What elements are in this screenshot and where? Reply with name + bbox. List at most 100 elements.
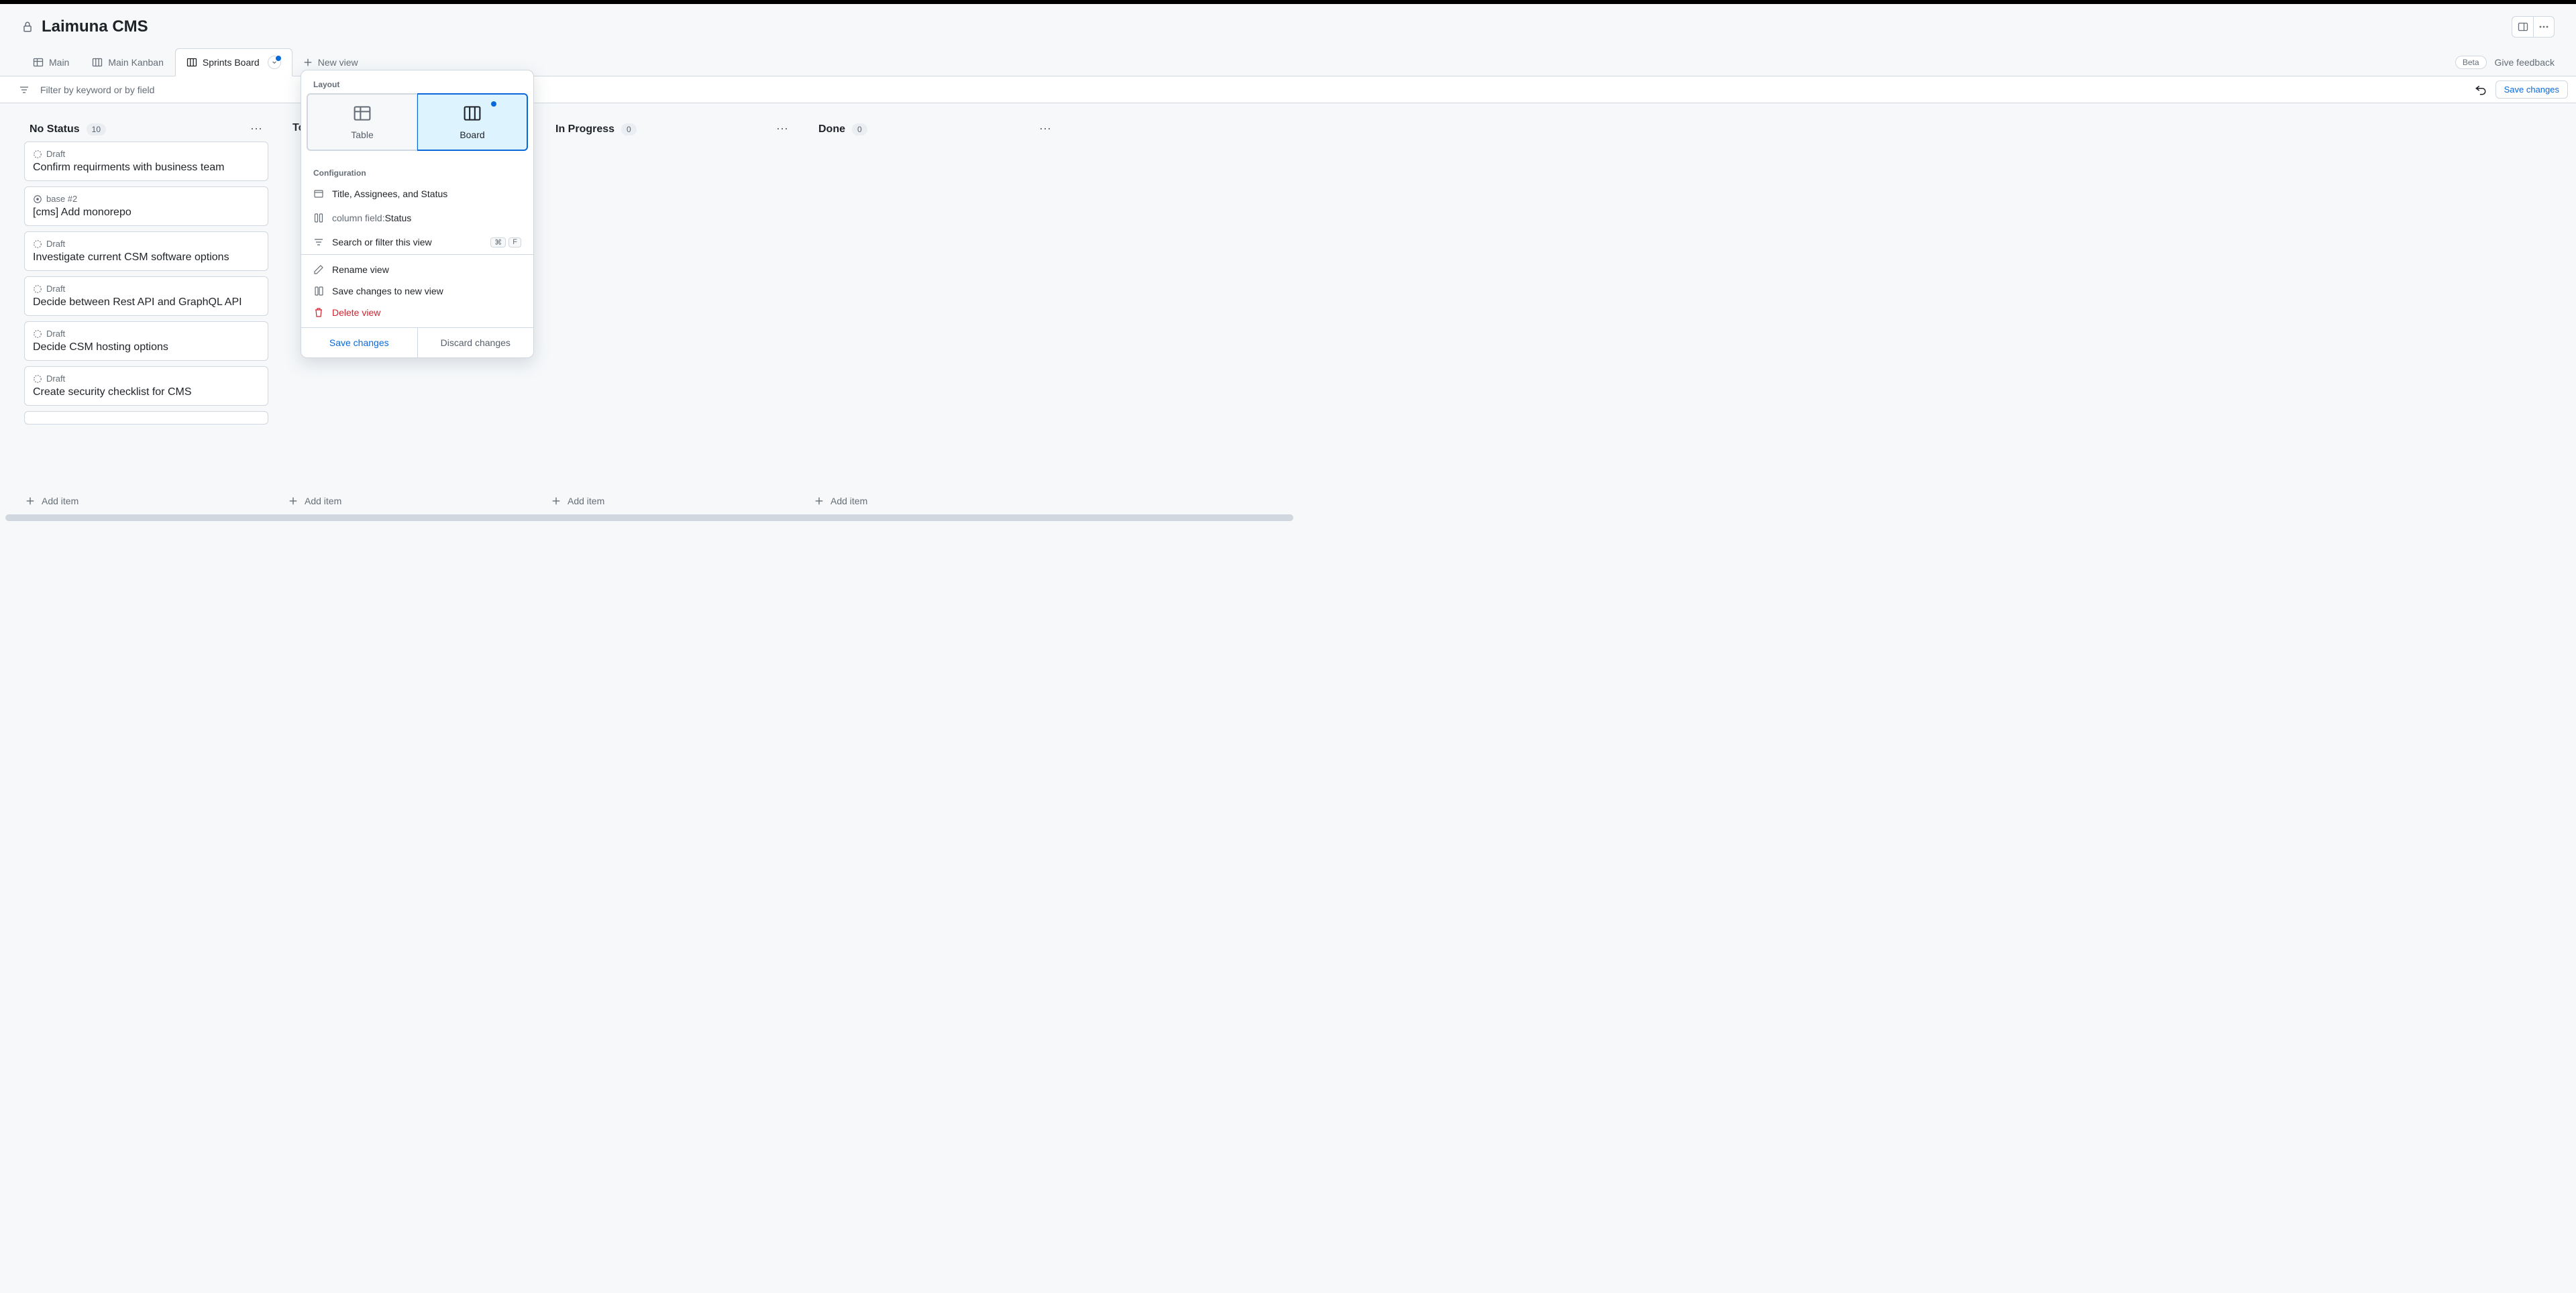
card-status: Draft — [46, 329, 65, 339]
card[interactable] — [24, 411, 268, 425]
config-search-item[interactable]: Search or filter this view ⌘F — [301, 230, 533, 254]
kbd-f: F — [508, 237, 521, 247]
card-title: [cms] Add monorepo — [33, 207, 260, 219]
add-item-button[interactable]: Add item — [808, 490, 1063, 512]
tab-main-kanban[interactable]: Main Kanban — [80, 48, 175, 76]
save-new-view-item[interactable]: Save changes to new view — [301, 280, 533, 302]
board-icon — [92, 57, 103, 68]
draft-icon — [33, 374, 42, 384]
pencil-icon — [313, 264, 324, 275]
column-count: 0 — [852, 123, 867, 135]
card-status: Draft — [46, 374, 65, 384]
add-item-button[interactable]: Add item — [545, 490, 800, 512]
popover-save-button[interactable]: Save changes — [301, 328, 417, 357]
delete-view-item[interactable]: Delete view — [301, 302, 533, 323]
configuration-section-label: Configuration — [301, 160, 533, 182]
columns-icon — [313, 213, 324, 223]
kbd-cmd: ⌘ — [490, 237, 506, 247]
menu-button[interactable] — [2533, 16, 2555, 38]
plus-icon — [551, 496, 561, 506]
view-options-popover: Layout Table Board Configuration Title, … — [301, 70, 534, 358]
card-status: base #2 — [46, 194, 77, 204]
config-columnfield-value: Status — [385, 213, 412, 223]
fields-icon — [313, 188, 324, 199]
lock-icon — [21, 21, 34, 33]
layout-option-board[interactable]: Board — [417, 93, 528, 151]
issue-icon — [33, 194, 42, 204]
card-title: Decide CSM hosting options — [33, 341, 260, 353]
tab-sprints-board[interactable]: Sprints Board — [175, 48, 292, 76]
add-item-label: Add item — [305, 496, 341, 506]
card[interactable]: Draft Create security checklist for CMS — [24, 366, 268, 406]
delete-label: Delete view — [332, 307, 380, 318]
column-cards — [545, 142, 800, 490]
layout-section-label: Layout — [301, 70, 533, 93]
config-search-label: Search or filter this view — [332, 237, 432, 247]
add-item-label: Add item — [830, 496, 867, 506]
tab-label: Sprints Board — [203, 57, 260, 68]
tab-label: Main Kanban — [108, 57, 164, 68]
rename-view-item[interactable]: Rename view — [301, 259, 533, 280]
card-title: Confirm requirments with business team — [33, 162, 260, 174]
column-cards: Draft Confirm requirments with business … — [19, 142, 274, 490]
add-item-label: Add item — [568, 496, 604, 506]
save-changes-button[interactable]: Save changes — [2496, 80, 2568, 99]
trash-icon — [313, 307, 324, 318]
column-done: Done 0 ⋯ Add item — [808, 113, 1063, 512]
column-count: 0 — [621, 123, 637, 135]
revert-button[interactable] — [2473, 82, 2489, 98]
layout-option-label: Table — [351, 129, 373, 140]
column-cards — [808, 142, 1063, 490]
tab-options-button[interactable] — [268, 56, 281, 69]
column-menu-button[interactable]: ⋯ — [776, 122, 789, 136]
card[interactable]: Draft Investigate current CSM software o… — [24, 231, 268, 271]
plus-icon — [25, 496, 35, 506]
column-title: Done — [818, 123, 845, 135]
layout-option-table[interactable]: Table — [307, 93, 417, 151]
column-menu-button[interactable]: ⋯ — [1039, 122, 1052, 136]
project-title: Laimuna CMS — [42, 17, 148, 36]
card[interactable]: base #2 [cms] Add monorepo — [24, 186, 268, 226]
column-title: In Progress — [555, 123, 614, 135]
horizontal-scrollbar[interactable] — [5, 514, 1293, 521]
table-icon — [33, 57, 44, 68]
draft-icon — [33, 329, 42, 339]
config-columnfield-label: column field: — [332, 213, 385, 223]
rename-label: Rename view — [332, 264, 389, 275]
new-view-label: New view — [318, 57, 358, 68]
config-fields-item[interactable]: Title, Assignees, and Status — [301, 182, 533, 206]
popover-discard-button[interactable]: Discard changes — [417, 328, 534, 357]
plus-icon — [288, 496, 298, 506]
card-status: Draft — [46, 239, 65, 249]
column-title: No Status — [30, 123, 80, 135]
beta-badge: Beta — [2455, 56, 2487, 69]
give-feedback-link[interactable]: Give feedback — [2495, 57, 2555, 68]
tab-main[interactable]: Main — [21, 48, 80, 76]
card[interactable]: Draft Confirm requirments with business … — [24, 142, 268, 181]
card[interactable]: Draft Decide CSM hosting options — [24, 321, 268, 361]
layout-option-label: Board — [460, 129, 484, 140]
config-fields-label: Title, Assignees, and Status — [332, 188, 447, 199]
card-title: Create security checklist for CMS — [33, 386, 260, 398]
card-title: Decide between Rest API and GraphQL API — [33, 296, 260, 308]
copy-icon — [313, 286, 324, 296]
plus-icon — [303, 58, 313, 67]
plus-icon — [814, 496, 824, 506]
add-item-label: Add item — [42, 496, 78, 506]
card-title: Investigate current CSM software options — [33, 251, 260, 264]
panel-toggle-button[interactable] — [2512, 16, 2533, 38]
draft-icon — [33, 284, 42, 294]
add-item-button[interactable]: Add item — [282, 490, 537, 512]
add-item-button[interactable]: Add item — [19, 490, 274, 512]
column-no-status: No Status 10 ⋯ Draft Confirm requirments… — [19, 113, 274, 512]
card-status: Draft — [46, 284, 65, 294]
card-status: Draft — [46, 149, 65, 159]
tab-label: Main — [49, 57, 69, 68]
filter-icon — [313, 237, 324, 247]
board-icon — [186, 57, 197, 68]
card[interactable]: Draft Decide between Rest API and GraphQ… — [24, 276, 268, 316]
draft-icon — [33, 239, 42, 249]
filter-icon[interactable] — [19, 85, 30, 95]
column-menu-button[interactable]: ⋯ — [250, 122, 263, 136]
config-columnfield-item[interactable]: column field:Status — [301, 206, 533, 230]
